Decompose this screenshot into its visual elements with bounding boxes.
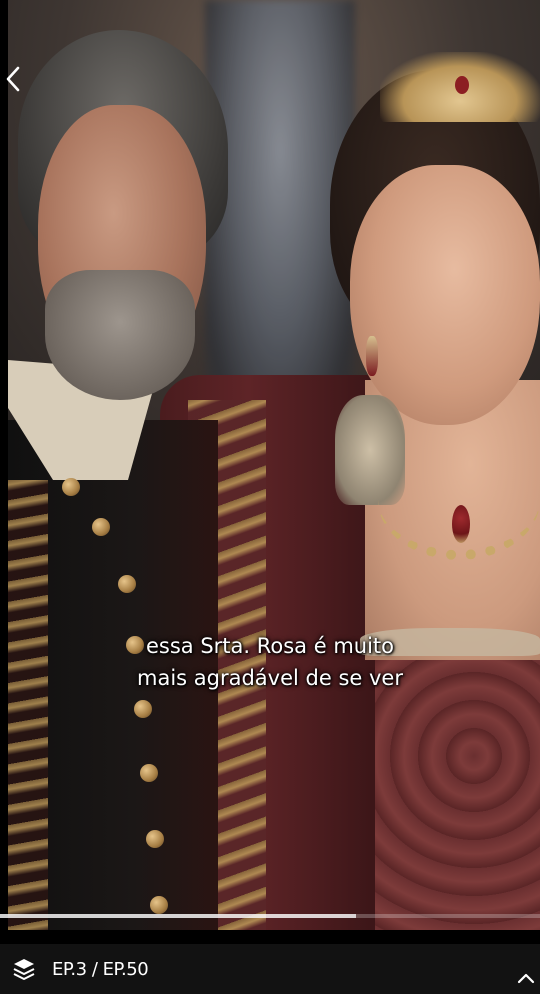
vest-button [140, 764, 158, 782]
vest-button [92, 518, 110, 536]
man-beard [45, 270, 195, 400]
progress-fill [0, 914, 357, 918]
subtitle-line-2: mais agradável de se ver [137, 666, 403, 690]
earring [366, 336, 378, 376]
vest-embroidery [8, 480, 48, 930]
layers-icon [13, 959, 35, 980]
episode-label: EP.3 / EP.50 [52, 958, 149, 980]
chevron-left-icon[interactable] [2, 62, 30, 96]
vest-button [134, 700, 152, 718]
tiara-gem [455, 76, 469, 94]
vest-button [118, 575, 136, 593]
vest-button [150, 896, 168, 914]
video-player[interactable]: essa Srta. Rosa é muito mais agradável d… [0, 0, 540, 930]
episode-bar: EP.3 / EP.50 [0, 944, 540, 994]
progress-bar[interactable] [0, 914, 540, 918]
video-left-edge [0, 0, 8, 930]
episode-selector-button[interactable]: EP.3 / EP.50 [12, 957, 149, 981]
vest-button [62, 478, 80, 496]
necklace-pendant [452, 505, 470, 543]
woman-face [350, 165, 540, 425]
vest-button [146, 830, 164, 848]
chevron-up-icon[interactable] [516, 970, 536, 986]
